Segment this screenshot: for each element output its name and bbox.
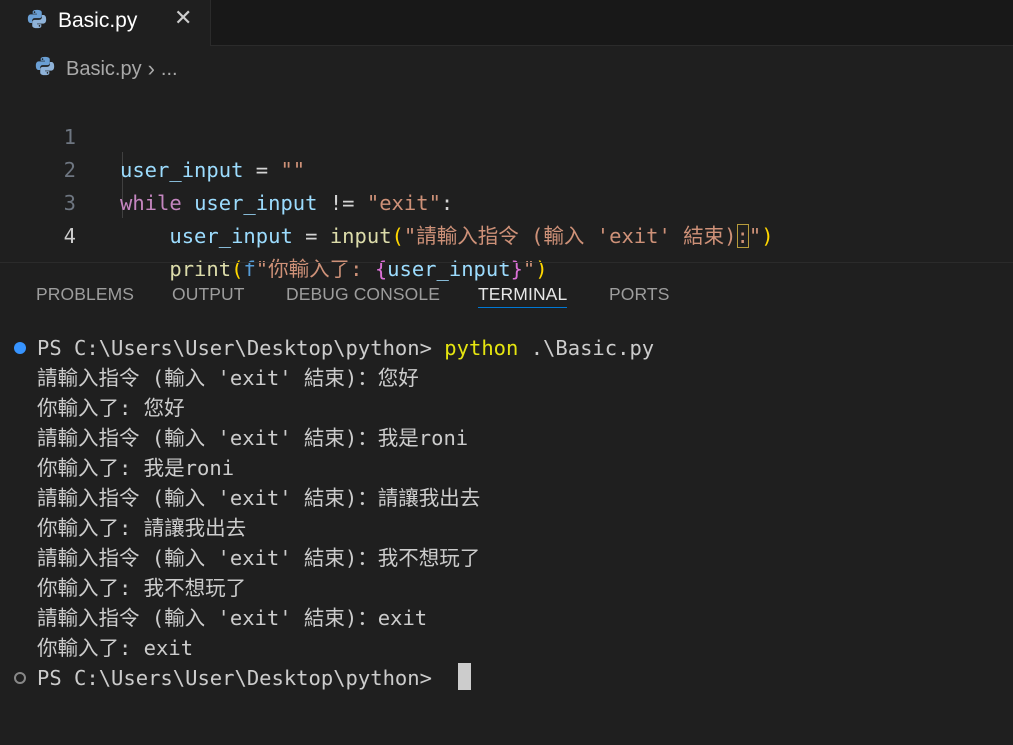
active-tab-indicator — [478, 307, 567, 308]
code-line-3[interactable]: 3 user_input = input("請輸入指令 (輸入 'exit' 結… — [0, 154, 1013, 248]
terminal-output-line: 你輸入了: 請讓我出去 — [37, 516, 247, 540]
command-pending-icon[interactable] — [14, 672, 26, 684]
terminal-command-line: PS C:\Users\User\Desktop\python> python … — [37, 336, 655, 360]
terminal-output-line: 你輸入了: 您好 — [37, 396, 185, 420]
terminal-output-line: 請輸入指令 (輸入 'exit' 結束)：我不想玩了 — [37, 546, 481, 570]
python-icon — [26, 8, 48, 34]
tab-problems[interactable]: PROBLEMS — [36, 284, 134, 305]
code-editor[interactable]: 1 user_input = "" 2 while user_input != … — [0, 86, 1013, 281]
breadcrumb-file[interactable]: Basic.py — [66, 58, 142, 81]
tab-terminal[interactable]: TERMINAL — [478, 284, 567, 305]
close-icon[interactable]: ✕ — [174, 6, 192, 32]
terminal-output-line: 請輸入指令 (輸入 'exit' 結束)：exit — [37, 606, 428, 630]
code-line-2[interactable]: 2 while user_input != "exit": — [0, 121, 1013, 215]
line-number: 4 — [63, 224, 76, 248]
breadcrumb-symbols[interactable]: ... — [161, 58, 178, 81]
tab-title: Basic.py — [58, 9, 138, 32]
terminal-cursor — [458, 663, 472, 690]
panel-tab-bar: PROBLEMS OUTPUT DEBUG CONSOLE TERMINAL P… — [0, 263, 1013, 319]
code-line-4[interactable]: 4 print(f"你輸入了: {user_input}") — [0, 187, 1013, 281]
breadcrumb: Basic.py › ... — [34, 55, 178, 83]
tab-output[interactable]: OUTPUT — [172, 284, 245, 305]
editor-tab-bar: Basic.py ✕ — [0, 0, 1013, 46]
chevron-right-icon: › — [147, 56, 155, 81]
terminal[interactable]: PS C:\Users\User\Desktop\python> python … — [0, 333, 1013, 745]
tab-ports[interactable]: PORTS — [609, 284, 669, 305]
tab-debug-console[interactable]: DEBUG CONSOLE — [286, 284, 440, 305]
python-icon — [34, 55, 56, 83]
terminal-output-line: 你輸入了: 我不想玩了 — [37, 576, 247, 600]
tab-basic-py[interactable]: Basic.py ✕ — [0, 0, 211, 46]
terminal-output-line: 你輸入了: exit — [37, 636, 194, 660]
terminal-output-line: 你輸入了: 我是roni — [37, 456, 235, 480]
bracket-match-highlight: : — [736, 224, 749, 248]
terminal-output-line: 請輸入指令 (輸入 'exit' 結束)：請讓我出去 — [37, 486, 481, 510]
code-line-1[interactable]: 1 user_input = "" — [0, 88, 1013, 182]
terminal-output-line: 請輸入指令 (輸入 'exit' 結束)：我是roni — [37, 426, 469, 450]
terminal-output-line: 請輸入指令 (輸入 'exit' 結束)：您好 — [37, 366, 419, 390]
terminal-prompt-line: PS C:\Users\User\Desktop\python> — [37, 663, 472, 693]
code-text: user_input = input("請輸入指令 (輸入 'exit' 結束)… — [169, 224, 774, 248]
command-success-icon[interactable] — [14, 342, 26, 354]
